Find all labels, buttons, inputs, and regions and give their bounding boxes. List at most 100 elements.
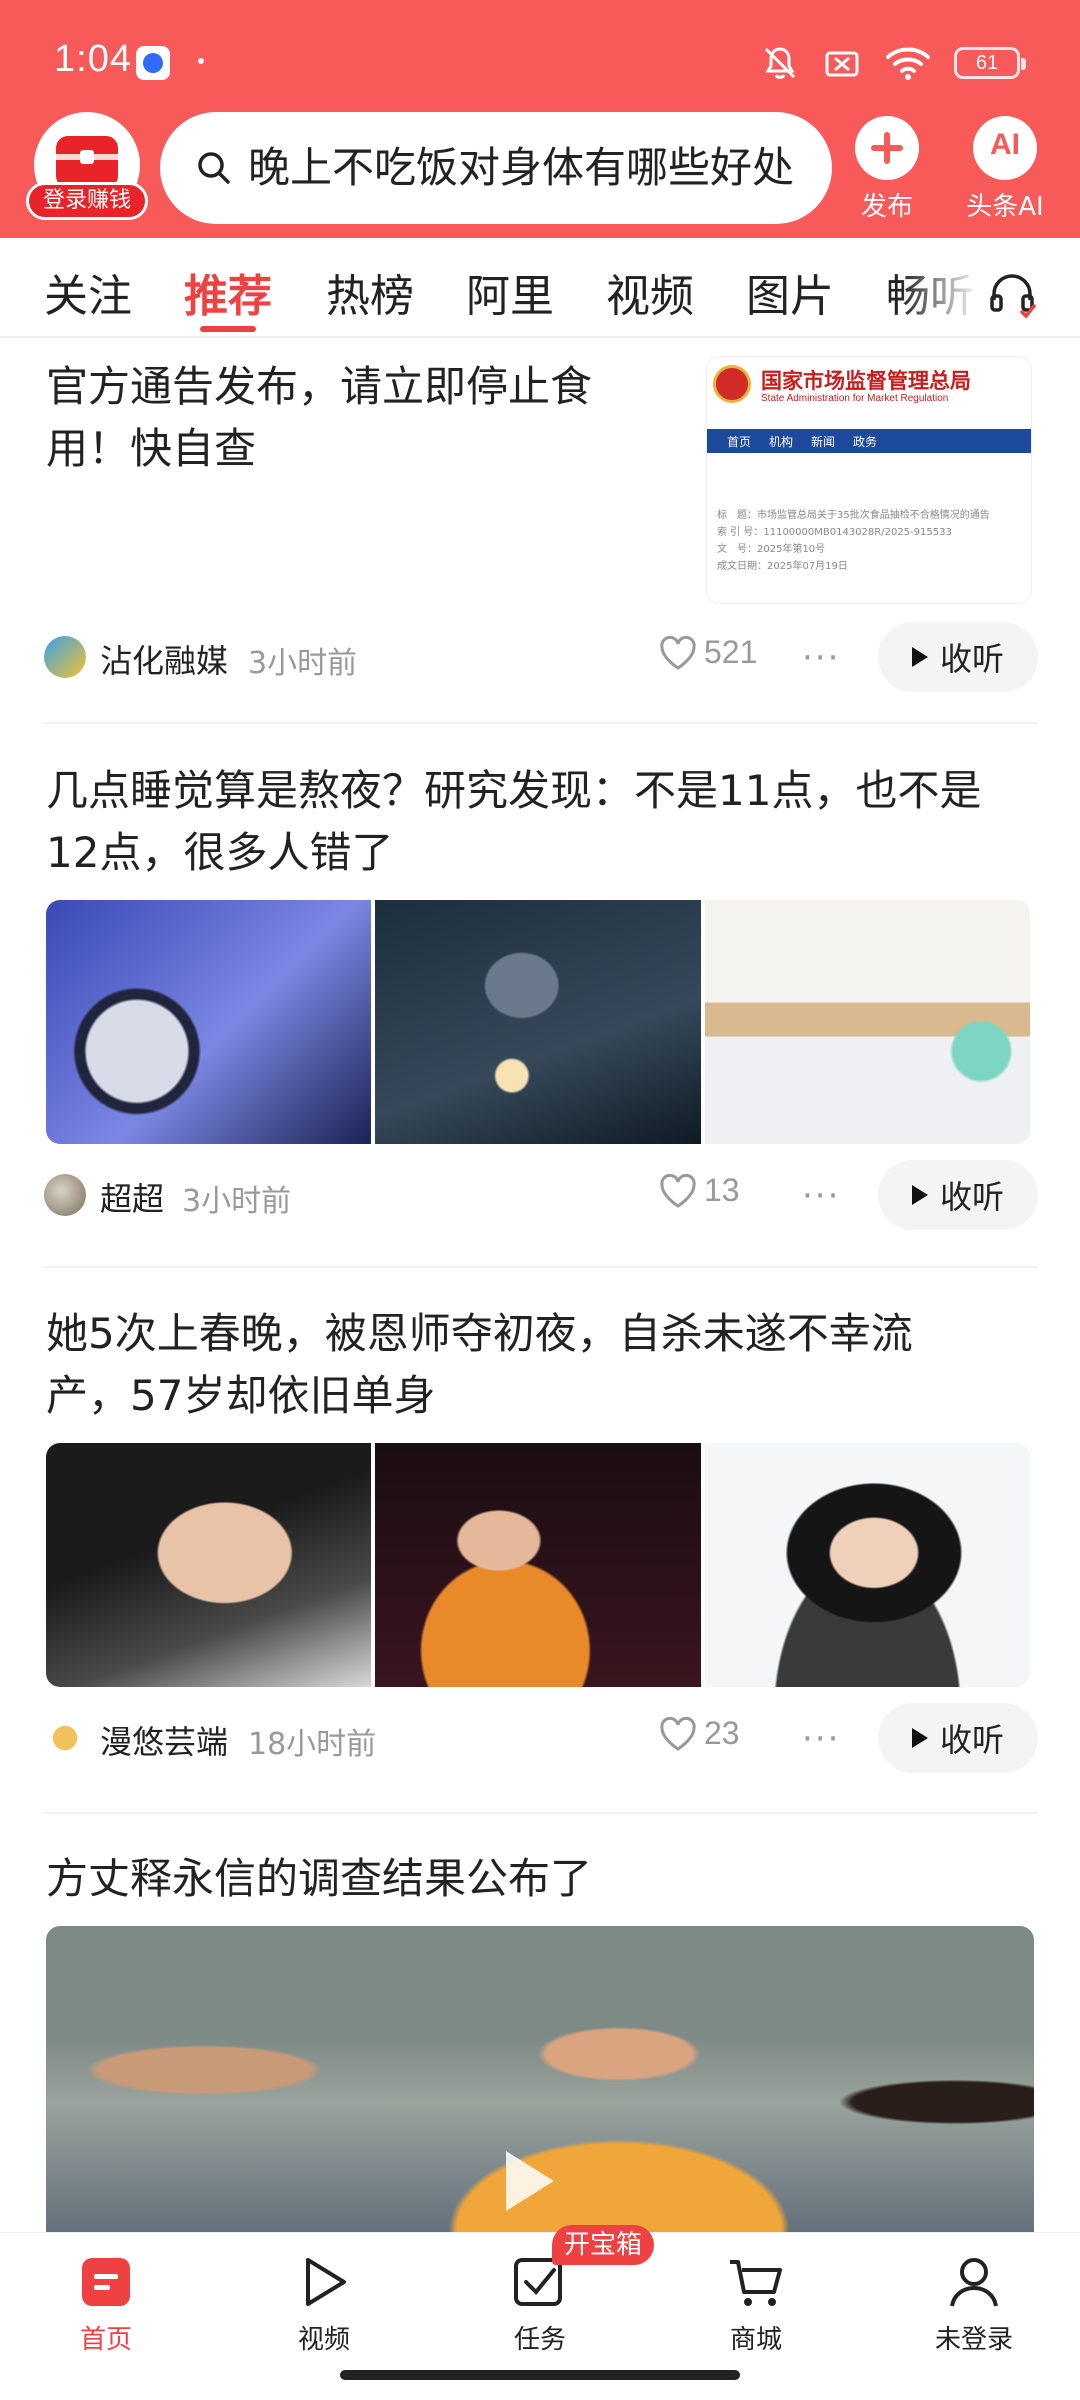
more-notifications-dot [198, 58, 204, 64]
play-icon [911, 1728, 928, 1748]
status-time: 1:04 [54, 38, 132, 80]
news-item[interactable]: 方丈释永信的调查结果公布了 [0, 1848, 1080, 2246]
news-item[interactable]: 她5次上春晚，被恩师夺初夜，自杀未遂不幸流 产，57岁却依旧单身 漫悠芸端 18… [0, 1303, 1080, 1803]
tab-alibaba[interactable]: 阿里 [466, 260, 554, 324]
thumb-nav: 首页 机构 新闻 政务 [707, 429, 1031, 453]
time-ago: 3小时前 [248, 646, 358, 681]
top-header: 1:04 61 登录赚钱 晚上不吃饭对身体有哪些好处 发布 AI 头条AI [0, 0, 1080, 238]
tab-hot-list[interactable]: 热榜 [326, 260, 414, 324]
tab-follow[interactable]: 关注 [44, 260, 132, 324]
video-play-icon [254, 2249, 394, 2315]
thumb-doc-lines: 标 题：市场监管总局关于35批次食品抽检不合格情况的通告 索 引 号：11100… [717, 510, 990, 572]
listen-button[interactable]: 收听 [878, 622, 1038, 692]
author-name[interactable]: 漫悠芸端 [100, 1717, 228, 1763]
like-button[interactable]: 521 [658, 634, 757, 671]
home-icon [36, 2249, 176, 2315]
sim-blocked-icon [825, 51, 859, 77]
listen-label: 收听 [939, 640, 1004, 678]
article-thumbnail: 国家市场监督管理总局 State Administration for Mark… [706, 356, 1032, 604]
listen-button[interactable]: 收听 [878, 1703, 1038, 1773]
like-button[interactable]: 13 [658, 1172, 740, 1209]
divider [44, 1812, 1038, 1814]
article-title: 官方通告发布，请立即停止食 用！快自查 [46, 362, 593, 473]
article-meta: 漫悠芸端 18小时前 23 ··· 收听 [44, 1703, 1038, 1773]
more-options-icon[interactable]: ··· [802, 638, 840, 678]
article-meta: 超超 3小时前 13 ··· 收听 [44, 1160, 1038, 1230]
toutiao-ai-button[interactable]: AI 头条AI [950, 116, 1060, 223]
heart-icon [660, 1716, 696, 1751]
publish-label: 发布 [860, 192, 913, 222]
battery-icon: 61 [954, 47, 1026, 79]
like-count: 23 [704, 1715, 740, 1751]
article-title: 她5次上春晚，被恩师夺初夜，自杀未遂不幸流 产，57岁却依旧单身 [46, 1309, 913, 1420]
battery-level: 61 [975, 52, 999, 74]
nav-profile[interactable]: 未登录 [904, 2249, 1044, 2356]
heart-icon [660, 635, 696, 670]
divider [44, 1266, 1038, 1268]
nav-mall[interactable]: 商城 [686, 2249, 826, 2356]
headphone-icon[interactable] [986, 268, 1038, 320]
tab-recommend[interactable]: 推荐 [184, 260, 272, 324]
bell-muted-icon [764, 47, 796, 79]
login-badge: 登录赚钱 [26, 182, 148, 220]
article-image-row [46, 900, 1030, 1144]
tab-video[interactable]: 视频 [606, 260, 694, 324]
plus-icon [855, 116, 919, 180]
avatar[interactable] [44, 636, 86, 678]
gift-icon [56, 136, 118, 188]
status-bar: 1:04 61 [0, 0, 1080, 118]
status-icons: 61 [760, 40, 1026, 86]
ai-icon: AI [973, 116, 1037, 180]
search-icon [198, 152, 230, 184]
home-indicator[interactable] [340, 2370, 740, 2380]
more-options-icon[interactable]: ··· [802, 1176, 840, 1216]
like-count: 13 [704, 1172, 740, 1208]
article-image-guitar [375, 1443, 701, 1687]
play-icon [911, 1185, 928, 1205]
article-meta: 沾化融媒 3小时前 521 ··· 收听 [44, 622, 1038, 692]
channel-tabs: 关注 推荐 热榜 阿里 视频 图片 畅听 [0, 238, 1080, 338]
user-icon [904, 2249, 1044, 2315]
author-name[interactable]: 超超 [100, 1174, 164, 1220]
national-emblem-icon [713, 365, 751, 403]
active-tab-indicator [200, 326, 256, 332]
news-item[interactable]: 几点睡觉算是熬夜？研究发现：不是11点，也不是 12点，很多人错了 超超 3小时… [0, 760, 1080, 1260]
nav-home[interactable]: 首页 [36, 2249, 176, 2356]
more-options-icon[interactable]: ··· [802, 1719, 840, 1759]
video-thumbnail[interactable] [46, 1926, 1034, 2246]
ai-label: 头条AI [966, 192, 1044, 222]
article-image-portrait [704, 1443, 1030, 1687]
nav-tasks[interactable]: 任务 [470, 2249, 610, 2356]
listen-label: 收听 [939, 1721, 1004, 1759]
avatar[interactable] [44, 1717, 86, 1759]
article-image-waking [704, 900, 1030, 1144]
listen-label: 收听 [939, 1178, 1004, 1216]
article-title: 方丈释永信的调查结果公布了 [46, 1854, 593, 1903]
like-button[interactable]: 23 [658, 1715, 740, 1752]
play-icon [911, 647, 928, 667]
tab-images[interactable]: 图片 [746, 260, 834, 324]
publish-button[interactable]: 发布 [842, 116, 932, 223]
wifi-icon [886, 47, 930, 80]
ai-icon-text: AI [990, 128, 1020, 161]
login-earn-button[interactable]: 登录赚钱 [26, 112, 148, 222]
article-image-phone [375, 900, 701, 1144]
article-image-row [46, 1443, 1030, 1687]
time-ago: 3小时前 [182, 1184, 292, 1219]
author-name[interactable]: 沾化融媒 [100, 636, 228, 682]
cart-icon [686, 2249, 826, 2315]
heart-icon [660, 1173, 696, 1208]
article-title: 几点睡觉算是熬夜？研究发现：不是11点，也不是 12点，很多人错了 [46, 766, 982, 877]
avatar[interactable] [44, 1174, 86, 1216]
treasure-badge[interactable]: 开宝箱 [552, 2225, 655, 2265]
nav-video[interactable]: 视频 [254, 2249, 394, 2356]
time-ago: 18小时前 [248, 1727, 377, 1762]
tab-fade [900, 238, 980, 334]
listen-button[interactable]: 收听 [878, 1160, 1038, 1230]
like-count: 521 [704, 634, 758, 670]
divider [44, 722, 1038, 724]
play-icon[interactable] [506, 2151, 554, 2211]
app-notification-icon [136, 46, 170, 80]
search-bar[interactable]: 晚上不吃饭对身体有哪些好处 [160, 112, 832, 224]
news-item[interactable]: 官方通告发布，请立即停止食 用！快自查 国家市场监督管理总局 State Adm… [0, 350, 1080, 720]
